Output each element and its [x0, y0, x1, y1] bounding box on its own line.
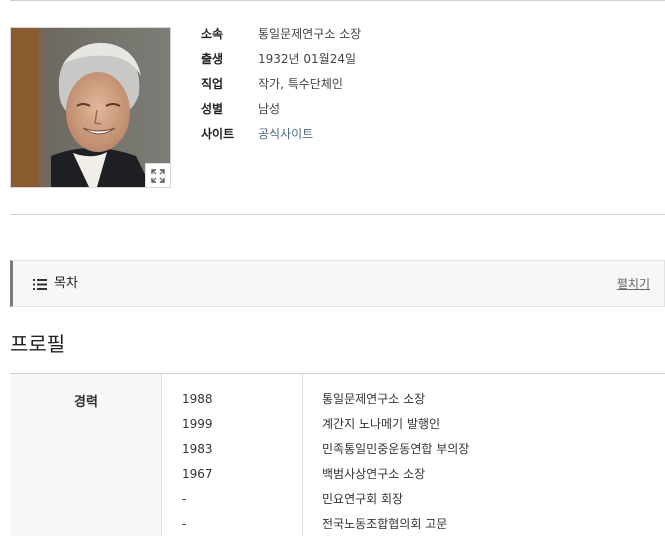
info-row-site: 사이트 공식사이트: [201, 124, 313, 144]
career-year: 1999: [182, 417, 213, 431]
info-label: 출생: [201, 52, 224, 66]
career-description: 민족통일민중운동연합 부의장: [322, 442, 470, 456]
career-year: -: [182, 492, 187, 506]
info-label: 사이트: [201, 127, 235, 141]
info-label: 소속: [201, 27, 224, 41]
official-site-link[interactable]: 공식사이트: [258, 127, 313, 141]
table-row: 1967 백범사상연구소 소장: [10, 464, 665, 489]
career-description: 계간지 노나메기 발행인: [322, 417, 441, 431]
career-description: 전국노동조합협의회 고문: [322, 517, 448, 531]
table-row: - 민요연구회 회장: [10, 489, 665, 514]
career-description: 백범사상연구소 소장: [322, 467, 426, 481]
info-row-affiliation: 소속 통일문제연구소 소장: [201, 24, 361, 44]
career-year: 1988: [182, 392, 213, 406]
info-row-birth: 출생 1932년 01월24일: [201, 49, 356, 69]
expand-icon: [151, 168, 165, 183]
profile-section-title: 프로필: [10, 332, 66, 356]
info-value: 남성: [258, 102, 281, 116]
section-divider: [10, 214, 665, 215]
career-description: 통일문제연구소 소장: [322, 392, 426, 406]
table-row: 1988 통일문제연구소 소장: [10, 389, 665, 414]
list-icon: [33, 279, 47, 290]
table-row: - 전국노동조합협의회 고문: [10, 514, 665, 536]
info-value: 통일문제연구소 소장: [258, 27, 362, 41]
info-label: 성별: [201, 102, 224, 116]
table-row: 1983 민족통일민중운동연합 부의장: [10, 439, 665, 464]
info-row-gender: 성별 남성: [201, 99, 280, 119]
table-of-contents: 목차 펼치기: [10, 260, 665, 307]
career-table: 경력 1988 통일문제연구소 소장 1999 계간지 노나메기 발행인 198…: [10, 373, 665, 536]
info-label: 직업: [201, 77, 224, 91]
expand-photo-button[interactable]: [145, 163, 170, 187]
toc-expand-link[interactable]: 펼치기: [617, 275, 650, 293]
career-year: 1983: [182, 442, 213, 456]
career-year: -: [182, 517, 187, 531]
info-value: 작가, 특수단체인: [258, 77, 343, 91]
toc-title: 목차: [54, 276, 78, 291]
table-row: 1999 계간지 노나메기 발행인: [10, 414, 665, 439]
info-row-occupation: 직업 작가, 특수단체인: [201, 74, 343, 94]
career-description: 민요연구회 회장: [322, 492, 404, 506]
info-value: 1932년 01월24일: [258, 52, 357, 66]
top-divider: [10, 0, 665, 1]
career-year: 1967: [182, 467, 213, 481]
